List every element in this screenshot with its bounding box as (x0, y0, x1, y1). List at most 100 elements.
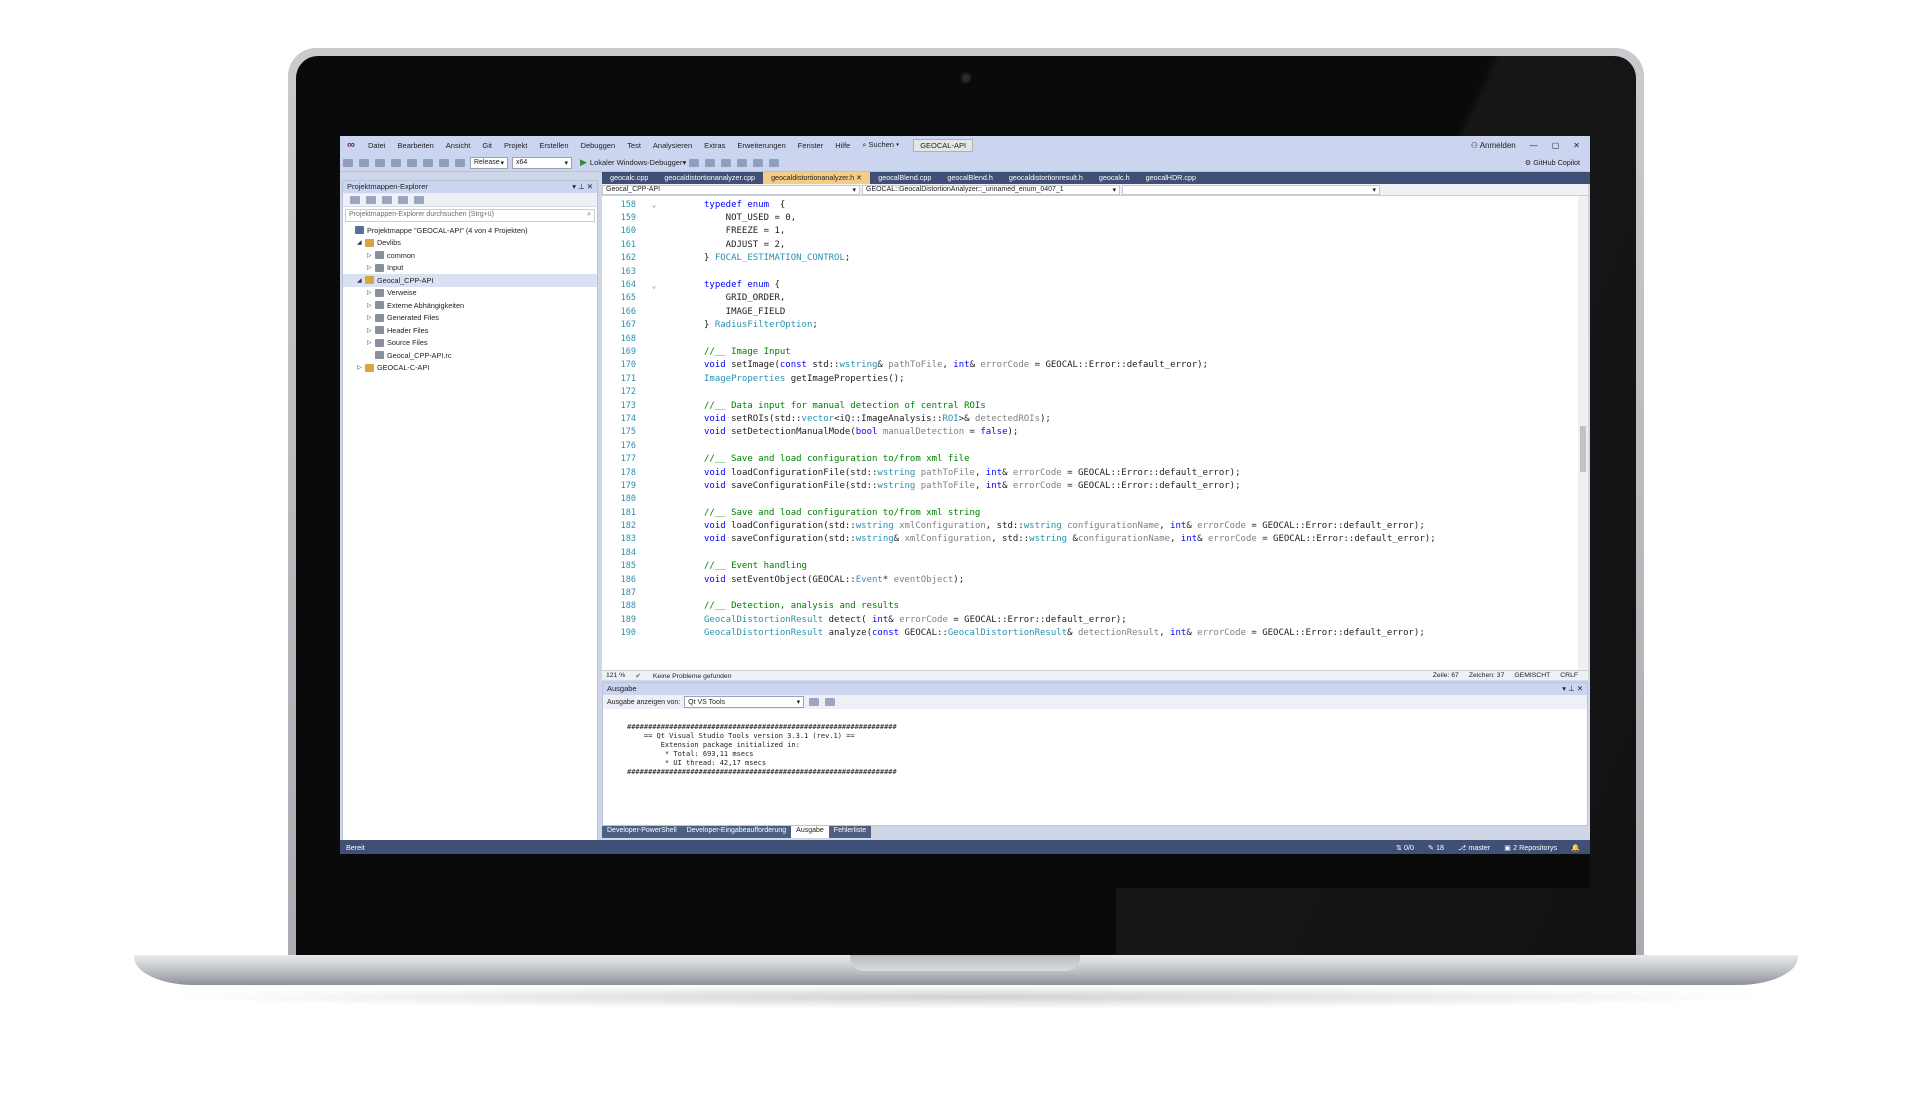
expander-icon[interactable]: ▷ (367, 264, 375, 271)
eol-indicator[interactable]: CRLF (1560, 672, 1578, 679)
editor-scrollbar[interactable] (1578, 196, 1588, 670)
tree-item[interactable]: ▷ Generated Files (343, 312, 597, 325)
configuration-select[interactable]: Release ▾ (470, 156, 508, 169)
hot-reload-icon[interactable] (705, 158, 716, 167)
copilot-button[interactable]: ⚙ GitHub Copilot (1525, 158, 1590, 167)
scroll-thumb[interactable] (1580, 426, 1586, 472)
tree-item[interactable]: ▷ Verweise (343, 287, 597, 300)
output-tab[interactable]: Developer-Eingabeaufforderung (681, 826, 792, 838)
tree-item[interactable]: ▷ Externe Abhängigkeiten (343, 299, 597, 312)
fold-icon[interactable]: ⌄ (644, 200, 664, 209)
tree-item[interactable]: Geocal_CPP-API.rc (343, 349, 597, 362)
menu-item-git[interactable]: Git (476, 141, 498, 150)
output-tab[interactable]: Fehlerliste (828, 826, 872, 838)
problems-indicator[interactable]: ✔ Keine Probleme gefunden (635, 672, 741, 680)
sync-icon[interactable] (350, 195, 360, 204)
document-tab[interactable]: geocalBlend.cpp (870, 172, 939, 184)
run-without-debug-icon[interactable] (689, 158, 700, 167)
branch-status[interactable]: ⎇ master (1458, 843, 1490, 852)
tree-item[interactable]: ▷ Source Files (343, 337, 597, 350)
tree-item[interactable]: ▷ Header Files (343, 324, 597, 337)
whitespace-indicator[interactable]: GEMISCHT (1514, 672, 1550, 679)
document-tab[interactable]: geocaldistortionanalyzer.h ✕ (763, 172, 871, 184)
edits-status[interactable]: ✎ 18 (1428, 843, 1444, 852)
scope-dropdown[interactable]: GEOCAL::GeocalDistortionAnalyzer::_unnam… (862, 184, 1120, 195)
menu-item-analysieren[interactable]: Analysieren (647, 141, 698, 150)
pin-icon[interactable]: ▾ ⊥ ✕ (572, 182, 593, 192)
menu-item-test[interactable]: Test (621, 141, 647, 150)
back-icon[interactable] (343, 158, 353, 167)
menu-item-erstellen[interactable]: Erstellen (533, 141, 574, 150)
document-tab[interactable]: geocalc.cpp (602, 172, 656, 184)
format-icon[interactable] (721, 158, 732, 167)
save-icon[interactable] (407, 158, 417, 167)
output-source-select[interactable]: Qt VS Tools ▾ (684, 696, 805, 708)
signin-button[interactable]: ⚇ Anmelden (1471, 141, 1516, 150)
expander-icon[interactable]: ▷ (367, 339, 375, 346)
start-debugger-button[interactable]: ▶ Lokaler Windows-Debugger ▾ (580, 157, 686, 168)
expander-icon[interactable]: ▷ (367, 252, 375, 259)
document-tab[interactable]: geocalBlend.h (939, 172, 1001, 184)
user-icon: ⚇ (1470, 140, 1478, 150)
fold-icon[interactable]: ⌄ (644, 281, 664, 290)
menu-item-bearbeiten[interactable]: Bearbeiten (392, 141, 440, 150)
word-wrap-icon[interactable] (825, 698, 836, 706)
menu-item-debuggen[interactable]: Debuggen (575, 141, 622, 150)
platform-value: x64 (516, 159, 528, 166)
tree-item[interactable]: ◢ Devlibs (343, 237, 597, 250)
expander-icon[interactable]: ▷ (367, 302, 375, 309)
output-pin-icon[interactable]: ▾ ⊥ ✕ (1562, 684, 1583, 694)
maximize-icon[interactable]: ▢ (1552, 141, 1560, 150)
undo-icon[interactable] (439, 158, 449, 167)
repos-status[interactable]: ▣ 2 Repositorys (1504, 843, 1557, 852)
properties-icon[interactable] (414, 195, 424, 204)
expander-icon[interactable]: ▷ (367, 289, 375, 296)
document-tab[interactable]: geocalHDR.cpp (1138, 172, 1204, 184)
expander-icon[interactable]: ▷ (367, 327, 375, 334)
expander-icon[interactable]: ▷ (367, 314, 375, 321)
tree-item[interactable]: ◢ Geocal_CPP-API (343, 274, 597, 287)
code-editor[interactable]: 158 ⌄ typedef enum {159 NOT_USED = 0, 160 F… (602, 196, 1588, 670)
menu-item-erweiterungen[interactable]: Erweiterungen (731, 141, 791, 150)
comment-icon[interactable] (737, 158, 748, 167)
forward-icon[interactable] (359, 158, 369, 167)
minimize-icon[interactable]: — (1530, 141, 1538, 150)
menu-item-ansicht[interactable]: Ansicht (440, 141, 477, 150)
expander-icon[interactable]: ▷ (357, 364, 365, 371)
collapse-icon[interactable] (398, 195, 408, 204)
home-icon[interactable] (366, 195, 376, 204)
redo-icon[interactable] (455, 158, 465, 167)
clear-output-icon[interactable] (809, 698, 820, 706)
tree-item[interactable]: ▷ common (343, 249, 597, 262)
tree-item[interactable]: ▷ Input (343, 262, 597, 275)
close-icon[interactable]: ✕ (1573, 141, 1580, 150)
menu-item-extras[interactable]: Extras (698, 141, 731, 150)
platform-select[interactable]: x64 ▾ (512, 156, 572, 169)
solution-explorer-search[interactable]: Projektmappen-Explorer durchsuchen (Strg… (345, 209, 595, 222)
document-tab[interactable]: geocalc.h (1091, 172, 1138, 184)
menu-item-projekt[interactable]: Projekt (498, 141, 533, 150)
open-icon[interactable] (391, 158, 401, 167)
member-dropdown[interactable]: ▾ (1122, 184, 1380, 195)
notifications-icon[interactable]: 🔔 (1571, 843, 1580, 852)
menu-item-fenster[interactable]: Fenster (792, 141, 829, 150)
project-dropdown[interactable]: Geocal_CPP-API ▾ (602, 184, 860, 195)
uncomment-icon[interactable] (753, 158, 764, 167)
filter-icon[interactable] (382, 195, 392, 204)
sync-status[interactable]: ⇅ 0/0 (1396, 843, 1414, 852)
search-menu[interactable]: ⌕ Suchen ▾ (856, 140, 905, 150)
document-tab[interactable]: geocaldistortionanalyzer.cpp (656, 172, 763, 184)
menu-item-datei[interactable]: Datei (362, 141, 392, 150)
zoom-level[interactable]: 121 % (606, 672, 625, 679)
output-tab[interactable]: Ausgabe (791, 826, 829, 838)
tree-item[interactable]: Projektmappe "GEOCAL-API" (4 von 4 Proje… (343, 224, 597, 237)
menu-item-hilfe[interactable]: Hilfe (829, 141, 856, 150)
new-item-icon[interactable] (375, 158, 385, 167)
output-tab[interactable]: Developer-PowerShell (602, 826, 682, 838)
expander-icon[interactable]: ◢ (357, 239, 365, 246)
document-tab[interactable]: geocaldistortionresult.h (1001, 172, 1091, 184)
bookmark-icon[interactable] (769, 158, 780, 167)
tree-item[interactable]: ▷ GEOCAL-C-API (343, 362, 597, 375)
save-all-icon[interactable] (423, 158, 433, 167)
expander-icon[interactable]: ◢ (357, 277, 365, 284)
